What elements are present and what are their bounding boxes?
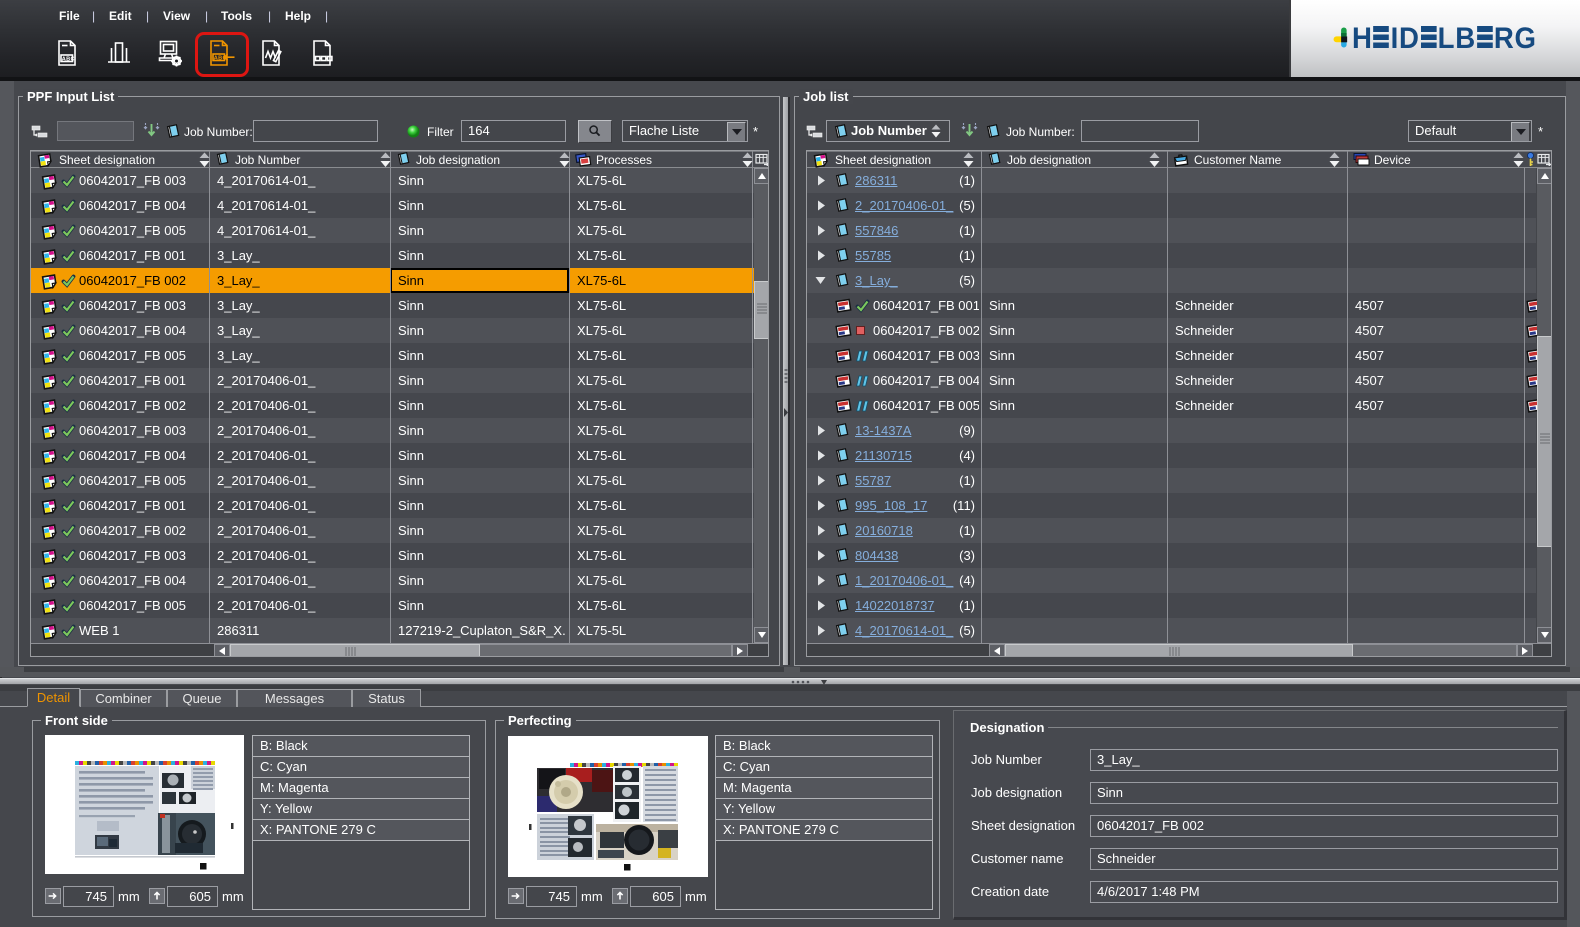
svg-text:ABC: ABC: [62, 57, 75, 63]
